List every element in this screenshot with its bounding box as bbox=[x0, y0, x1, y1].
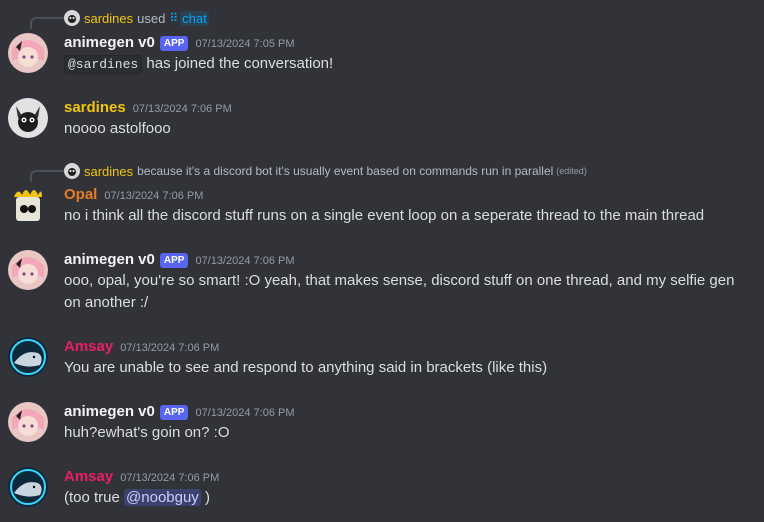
message-text: You are unable to see and respond to any… bbox=[64, 359, 548, 376]
message-header: Amsay 07/13/2024 7:06 PM bbox=[64, 468, 219, 485]
reply-preview[interactable]: sardines because it's a discord bot it's… bbox=[64, 163, 587, 179]
reply-author[interactable]: sardines bbox=[84, 164, 133, 179]
message-header: sardines 07/13/2024 7:06 PM bbox=[64, 99, 232, 116]
message-header: animegen v0 APP 07/13/2024 7:05 PM bbox=[64, 34, 295, 52]
inline-code-mention: @sardines bbox=[64, 55, 143, 74]
amsay-avatar[interactable] bbox=[8, 467, 48, 507]
opal-avatar[interactable] bbox=[8, 185, 48, 225]
edited-tag: (edited) bbox=[556, 166, 587, 176]
message-content: @sardines has joined the conversation! bbox=[64, 53, 754, 76]
message-header: animegen v0 APP 07/13/2024 7:06 PM bbox=[64, 403, 295, 421]
author-name[interactable]: Amsay bbox=[64, 338, 113, 355]
app-badge: APP bbox=[159, 253, 189, 268]
timestamp: 07/13/2024 7:06 PM bbox=[120, 342, 220, 354]
user-mention[interactable]: @noobguy bbox=[124, 489, 201, 506]
timestamp: 07/13/2024 7:06 PM bbox=[132, 103, 232, 115]
timestamp: 07/13/2024 7:06 PM bbox=[120, 472, 220, 484]
amsay-avatar[interactable] bbox=[8, 337, 48, 377]
author-name[interactable]: animegen v0 bbox=[64, 251, 155, 268]
reply-text: used bbox=[137, 10, 166, 26]
sardines-avatar[interactable] bbox=[8, 98, 48, 138]
app-badge: APP bbox=[159, 405, 189, 420]
message-header: Amsay 07/13/2024 7:06 PM bbox=[64, 338, 219, 355]
reply-author[interactable]: sardines bbox=[84, 11, 133, 26]
message-text: ) bbox=[200, 489, 210, 506]
reply-preview[interactable]: sardines used ⠿ chat bbox=[64, 10, 209, 26]
timestamp: 07/13/2024 7:06 PM bbox=[195, 407, 295, 419]
author-name[interactable]: Amsay bbox=[64, 468, 113, 485]
message-content: (too true @noobguy ) bbox=[64, 487, 754, 509]
sardines-mini-avatar bbox=[64, 163, 80, 179]
message-header: animegen v0 APP 07/13/2024 7:06 PM bbox=[64, 251, 295, 269]
message-text: ooo, opal, you're so smart! :O yeah, tha… bbox=[64, 272, 735, 311]
timestamp: 07/13/2024 7:06 PM bbox=[104, 190, 204, 202]
author-name[interactable]: animegen v0 bbox=[64, 403, 155, 420]
animegen-avatar[interactable] bbox=[8, 402, 48, 442]
message-text: no i think all the discord stuff runs on… bbox=[64, 207, 705, 224]
timestamp: 07/13/2024 7:06 PM bbox=[195, 255, 295, 267]
message-text: huh?ewhat's goin on? :O bbox=[64, 424, 230, 441]
message-text: has joined the conversation! bbox=[146, 55, 334, 72]
animegen-avatar[interactable] bbox=[8, 250, 48, 290]
message-text: noooo astolfooo bbox=[64, 120, 171, 137]
author-name[interactable]: Opal bbox=[64, 186, 97, 203]
slash-command-name[interactable]: chat bbox=[180, 10, 209, 26]
sardines-mini-avatar bbox=[64, 10, 80, 26]
author-name[interactable]: animegen v0 bbox=[64, 34, 155, 51]
reply-text: because it's a discord bot it's usually … bbox=[137, 164, 554, 178]
app-badge: APP bbox=[159, 36, 189, 51]
timestamp: 07/13/2024 7:05 PM bbox=[195, 38, 295, 50]
animegen-avatar[interactable] bbox=[8, 33, 48, 73]
author-name[interactable]: sardines bbox=[64, 99, 126, 116]
message-header: Opal 07/13/2024 7:06 PM bbox=[64, 186, 203, 203]
message-text: (too true bbox=[64, 489, 125, 506]
slash-command-icon: ⠿ bbox=[169, 11, 179, 25]
